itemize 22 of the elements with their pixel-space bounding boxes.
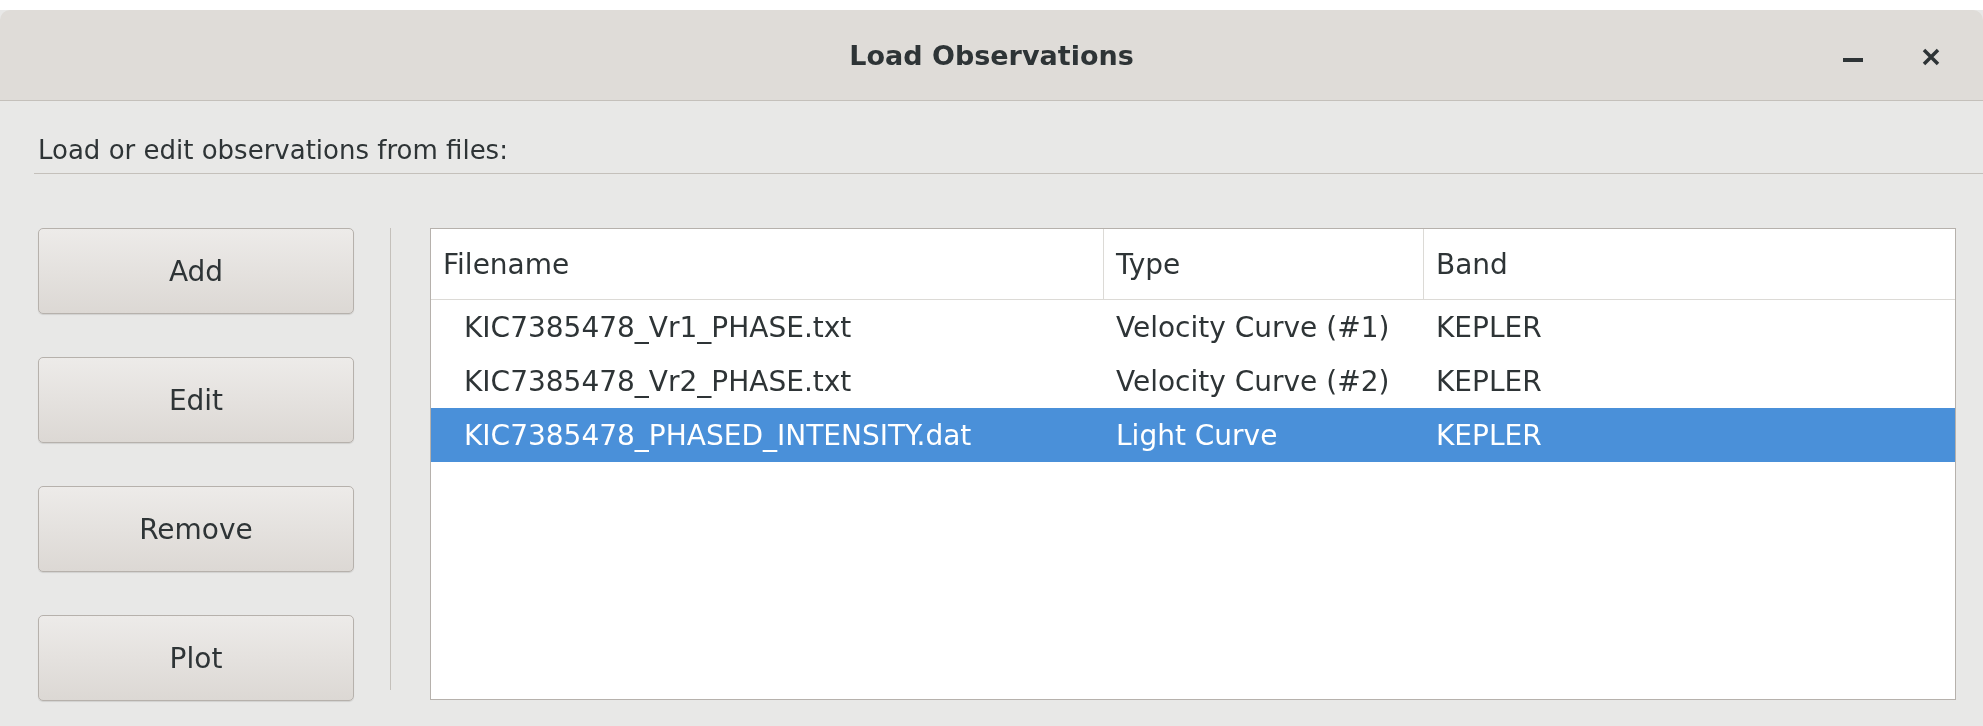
table-cell-text: Velocity Curve (#2)	[1115, 364, 1391, 398]
table-cell-text: KIC7385478_PHASED_INTENSITY.dat	[463, 418, 973, 452]
minimize-icon[interactable]	[1843, 58, 1863, 64]
column-header[interactable]: Band	[1424, 229, 1944, 299]
table-row[interactable]: KIC7385478_Vr2_PHASE.txt Velocity Curve (#2) KEPLER	[431, 354, 1955, 408]
table-cell-text: KIC7385478_Vr2_PHASE.txt	[463, 364, 853, 398]
action-button[interactable]: Add	[38, 228, 354, 314]
table-cell-text: KIC7385478_Vr1_PHASE.txt	[463, 310, 853, 344]
action-button[interactable]: Plot	[38, 615, 354, 701]
table-row[interactable]: KIC7385478_Vr1_PHASE.txt Velocity Curve (#1) KEPLER	[431, 300, 1955, 354]
action-button[interactable]: Edit	[38, 357, 354, 443]
table-cell-text: Velocity Curve (#1)	[1115, 310, 1391, 344]
table-cell-text: Light Curve	[1115, 418, 1279, 452]
action-button[interactable]: Remove	[38, 486, 354, 572]
instruction-label: Load or edit observations from files:	[38, 134, 509, 167]
column-header[interactable]: Type	[1104, 229, 1424, 299]
window-title: Load Observations	[849, 39, 1134, 71]
close-icon[interactable]	[1922, 48, 1940, 66]
table-cell-text: KEPLER	[1435, 364, 1543, 398]
table-cell-text: KEPLER	[1435, 418, 1543, 452]
table-cell-text: KEPLER	[1435, 310, 1543, 344]
column-header[interactable]: Filename	[431, 229, 1104, 299]
